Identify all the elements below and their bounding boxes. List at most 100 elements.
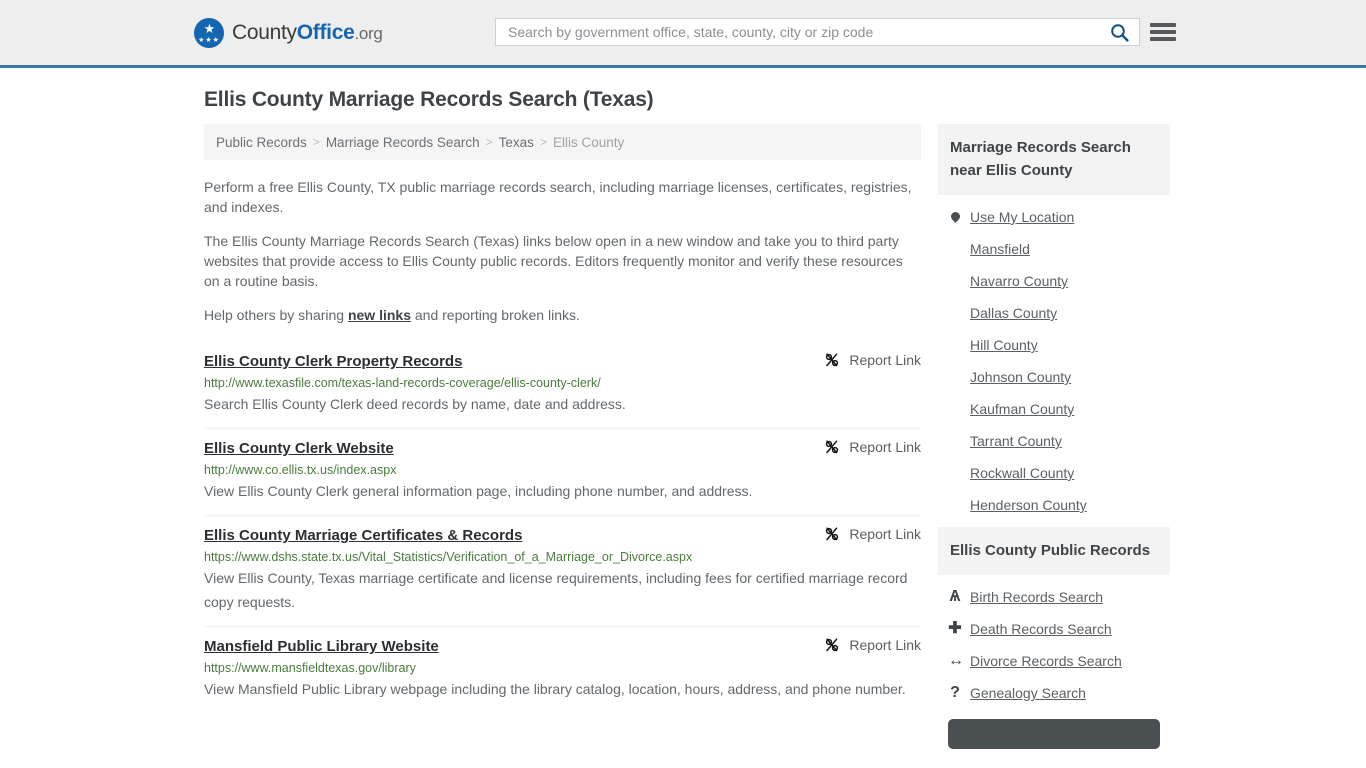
sidebar-item-dallas-county[interactable]: Dallas County	[938, 297, 1170, 329]
breadcrumb-separator: >	[312, 135, 320, 149]
result-url: http://www.co.ellis.tx.us/index.aspx	[204, 463, 397, 477]
intro-paragraph-3: Help others by sharing new links and rep…	[204, 305, 921, 325]
brand-wordmark: CountyOffice.org	[232, 21, 383, 45]
sidebar-item-use-my-location[interactable]: Use My Location	[938, 201, 1170, 233]
sidebar-item-label[interactable]: Dallas County	[970, 305, 1057, 321]
report-link-label: Report Link	[849, 439, 921, 455]
new-links-link[interactable]: new links	[348, 307, 411, 323]
result-description: View Ellis County, Texas marriage certif…	[204, 570, 908, 610]
report-link-label: Report Link	[849, 352, 921, 368]
breadcrumb: Public Records > Marriage Records Search…	[204, 124, 921, 160]
result-item: Ellis County Clerk Property Records Repo…	[204, 347, 921, 428]
nearby-records-list: Use My Location Mansfield Navarro County…	[938, 195, 1170, 521]
site-header: ★ ★★★ CountyOffice.org	[0, 0, 1366, 68]
report-link-label: Report Link	[849, 637, 921, 653]
search-bar[interactable]	[495, 18, 1140, 46]
search-button[interactable]	[1106, 23, 1133, 42]
sidebar-promo-bar[interactable]	[948, 719, 1160, 749]
map-pin-icon	[948, 210, 962, 224]
broken-link-icon	[826, 527, 839, 541]
intro-section: Perform a free Ellis County, TX public m…	[204, 177, 921, 325]
sidebar-item-genealogy[interactable]: ? Genealogy Search	[938, 677, 1170, 709]
search-icon	[1111, 23, 1129, 42]
result-url: https://www.dshs.state.tx.us/Vital_Stati…	[204, 550, 693, 564]
public-records-list: Ѧ Birth Records Search ✚ Death Records S…	[938, 575, 1170, 709]
page-title: Ellis County Marriage Records Search (Te…	[204, 88, 654, 111]
sidebar-item-label[interactable]: Tarrant County	[970, 433, 1062, 449]
sidebar: Marriage Records Search near Ellis Count…	[938, 124, 1170, 755]
result-description: View Ellis County Clerk general informat…	[204, 483, 753, 499]
sidebar-item-divorce-records[interactable]: ↔ Divorce Records Search	[938, 645, 1170, 677]
breadcrumb-item-0[interactable]: Public Records	[216, 135, 307, 150]
site-logo[interactable]: ★ ★★★ CountyOffice.org	[194, 17, 383, 48]
broken-link-icon	[826, 353, 839, 367]
report-link-button[interactable]: Report Link	[824, 526, 921, 542]
hamburger-menu-icon	[1150, 23, 1176, 27]
intro-p3-before: Help others by sharing	[204, 307, 348, 323]
search-input[interactable]	[506, 19, 1106, 45]
sidebar-item-label[interactable]: Mansfield	[970, 241, 1030, 257]
sidebar-item-birth-records[interactable]: Ѧ Birth Records Search	[938, 581, 1170, 613]
report-link-button[interactable]: Report Link	[824, 439, 921, 455]
sidebar-item-label[interactable]: Birth Records Search	[970, 589, 1103, 605]
broken-link-icon	[826, 638, 839, 652]
result-url: https://www.mansfieldtexas.gov/library	[204, 661, 416, 675]
result-description: View Mansfield Public Library webpage in…	[204, 681, 906, 697]
report-link-button[interactable]: Report Link	[824, 352, 921, 368]
breadcrumb-item-1[interactable]: Marriage Records Search	[326, 135, 480, 150]
baby-icon: Ѧ	[949, 588, 961, 605]
sidebar-item-navarro-county[interactable]: Navarro County	[938, 265, 1170, 297]
result-item: Ellis County Marriage Certificates & Rec…	[204, 515, 921, 626]
sidebar-item-mansfield[interactable]: Mansfield	[938, 233, 1170, 265]
sidebar-item-henderson-county[interactable]: Henderson County	[938, 489, 1170, 521]
breadcrumb-item-2[interactable]: Texas	[499, 135, 534, 150]
sidebar-item-tarrant-county[interactable]: Tarrant County	[938, 425, 1170, 457]
public-records-box: Ellis County Public Records Ѧ Birth Reco…	[938, 527, 1170, 749]
sidebar-item-label[interactable]: Genealogy Search	[970, 685, 1086, 701]
cross-icon: ✚	[948, 620, 962, 637]
intro-paragraph-1: Perform a free Ellis County, TX public m…	[204, 179, 912, 215]
sidebar-item-rockwall-county[interactable]: Rockwall County	[938, 457, 1170, 489]
sidebar-item-label[interactable]: Death Records Search	[970, 621, 1112, 637]
sidebar-item-label[interactable]: Hill County	[970, 337, 1038, 353]
question-mark-icon: ?	[950, 684, 960, 701]
sidebar-item-label[interactable]: Kaufman County	[970, 401, 1074, 417]
hamburger-menu-button[interactable]	[1150, 20, 1176, 44]
intro-p3-after: and reporting broken links.	[411, 307, 580, 323]
sidebar-item-label[interactable]: Rockwall County	[970, 465, 1074, 481]
breadcrumb-item-current: Ellis County	[552, 134, 625, 150]
eagle-emblem-icon: ★ ★★★	[194, 17, 224, 48]
brand-part-org: .org	[354, 23, 383, 43]
result-title-link[interactable]: Ellis County Marriage Certificates & Rec…	[204, 527, 522, 544]
results-list: Ellis County Clerk Property Records Repo…	[204, 347, 921, 713]
result-item: Ellis County Clerk Website Report Link h…	[204, 428, 921, 515]
breadcrumb-separator: >	[485, 135, 493, 149]
brand-part-county: County	[232, 20, 297, 44]
broken-link-icon	[826, 440, 839, 454]
main-content: Public Records > Marriage Records Search…	[204, 124, 921, 713]
sidebar-item-label[interactable]: Henderson County	[970, 497, 1087, 513]
intro-paragraph-2: The Ellis County Marriage Records Search…	[204, 233, 903, 289]
result-title-link[interactable]: Ellis County Clerk Property Records	[204, 353, 462, 370]
report-link-button[interactable]: Report Link	[824, 637, 921, 653]
left-right-arrow-icon: ↔	[948, 652, 964, 669]
sidebar-item-death-records[interactable]: ✚ Death Records Search	[938, 613, 1170, 645]
nearby-records-heading: Marriage Records Search near Ellis Count…	[938, 124, 1170, 195]
result-title-link[interactable]: Mansfield Public Library Website	[204, 638, 439, 655]
brand-part-office: Office	[296, 20, 355, 44]
nearby-records-box: Marriage Records Search near Ellis Count…	[938, 124, 1170, 521]
sidebar-item-label[interactable]: Use My Location	[970, 209, 1074, 225]
result-url: http://www.texasfile.com/texas-land-reco…	[204, 376, 601, 390]
sidebar-item-hill-county[interactable]: Hill County	[938, 329, 1170, 361]
sidebar-item-label[interactable]: Divorce Records Search	[970, 653, 1122, 669]
public-records-heading: Ellis County Public Records	[938, 527, 1170, 575]
breadcrumb-separator: >	[539, 135, 547, 149]
result-title-link[interactable]: Ellis County Clerk Website	[204, 440, 394, 457]
result-description: Search Ellis County Clerk deed records b…	[204, 396, 626, 412]
sidebar-item-label[interactable]: Johnson County	[970, 369, 1071, 385]
sidebar-item-label[interactable]: Navarro County	[970, 273, 1068, 289]
sidebar-item-kaufman-county[interactable]: Kaufman County	[938, 393, 1170, 425]
result-item: Mansfield Public Library Website Report …	[204, 626, 921, 713]
sidebar-item-johnson-county[interactable]: Johnson County	[938, 361, 1170, 393]
report-link-label: Report Link	[849, 526, 921, 542]
